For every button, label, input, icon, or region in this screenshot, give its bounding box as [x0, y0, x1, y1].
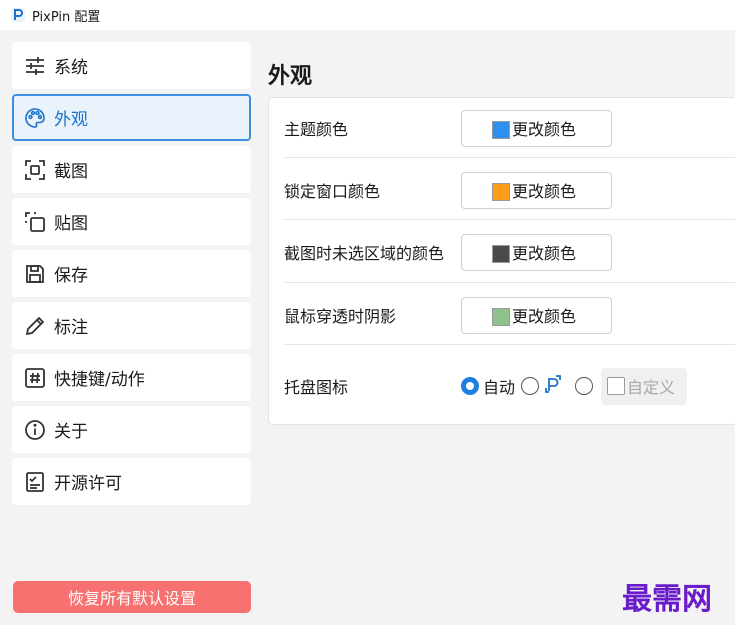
- radio-auto[interactable]: [461, 377, 479, 395]
- license-icon: [24, 471, 46, 493]
- button-label: 更改颜色: [512, 244, 577, 263]
- sidebar-item-save[interactable]: 保存: [12, 250, 251, 297]
- sidebar-item-screenshot[interactable]: 截图: [12, 146, 251, 193]
- watermark: 最需网: [622, 582, 712, 617]
- pixpin-logo-icon: [10, 7, 26, 23]
- radio-label: 自动: [483, 378, 516, 397]
- change-unselected-color-button[interactable]: 更改颜色: [461, 233, 612, 271]
- sidebar-item-system[interactable]: 系统: [12, 42, 251, 89]
- setting-row-unselected-area-color: 截图时未选区域的颜色 更改颜色: [269, 232, 735, 272]
- sidebar-item-label: 截图: [54, 162, 88, 182]
- setting-label: 锁定窗口颜色: [284, 182, 381, 201]
- pin-image-icon: [24, 211, 46, 233]
- save-icon: [24, 263, 46, 285]
- setting-row-lock-window-color: 锁定窗口颜色 更改颜色: [269, 170, 735, 210]
- custom-checkbox: [607, 377, 626, 395]
- sidebar-item-about[interactable]: 关于: [12, 406, 251, 453]
- radio-pixpin-icon[interactable]: [521, 377, 540, 395]
- sidebar-item-shortcuts[interactable]: 快捷键/动作: [12, 354, 251, 401]
- sidebar-item-annotate[interactable]: 标注: [12, 302, 251, 349]
- setting-label: 鼠标穿透时阴影: [284, 307, 397, 326]
- setting-row-mouse-through-shadow: 鼠标穿透时阴影 更改颜色: [269, 295, 735, 335]
- sidebar-item-label: 系统: [54, 58, 88, 78]
- sidebar-item-label: 标注: [54, 318, 88, 338]
- sidebar-item-label: 快捷键/动作: [54, 370, 145, 390]
- window-title: PixPin 配置: [32, 9, 101, 25]
- setting-label: 托盘图标: [284, 378, 349, 397]
- divider: [284, 282, 735, 283]
- reset-defaults-button[interactable]: 恢复所有默认设置: [13, 581, 251, 613]
- sidebar-item-label: 贴图: [54, 214, 88, 234]
- button-label: 更改颜色: [512, 307, 577, 326]
- button-label: 更改颜色: [512, 120, 577, 139]
- title-bar: PixPin 配置: [0, 0, 735, 30]
- sidebar-item-label: 保存: [54, 266, 88, 286]
- info-icon: [24, 419, 46, 441]
- sidebar-item-pin[interactable]: 贴图: [12, 198, 251, 245]
- sidebar-item-label: 外观: [54, 110, 88, 130]
- setting-row-tray-icon: 托盘图标 自动 自定义: [269, 366, 735, 406]
- sidebar-item-label: 关于: [54, 422, 88, 442]
- change-shadow-color-button[interactable]: 更改颜色: [461, 296, 612, 334]
- pixpin-p-icon: [543, 374, 563, 398]
- settings-panel: 主题颜色 更改颜色 锁定窗口颜色 更改颜色 截图时未选区域的颜色 更改颜色 鼠标…: [268, 97, 735, 425]
- sidebar: 系统 外观 截图 贴图 保存 标注 快捷键/动作 关于 开源许可: [12, 42, 251, 510]
- divider: [284, 219, 735, 220]
- change-lock-color-button[interactable]: 更改颜色: [461, 171, 612, 209]
- sliders-icon: [24, 55, 46, 77]
- custom-icon-button[interactable]: 自定义: [601, 367, 688, 405]
- sidebar-item-appearance[interactable]: 外观: [12, 94, 251, 141]
- button-label: 更改颜色: [512, 182, 577, 201]
- hashtag-icon: [24, 367, 46, 389]
- color-swatch: [492, 120, 510, 139]
- divider: [284, 344, 735, 345]
- palette-icon: [24, 107, 46, 129]
- sidebar-item-license[interactable]: 开源许可: [12, 458, 251, 505]
- button-label: 自定义: [627, 378, 676, 397]
- change-theme-color-button[interactable]: 更改颜色: [461, 109, 612, 147]
- page-title: 外观: [268, 64, 313, 89]
- tray-icon-options: 自动 自定义: [461, 367, 688, 405]
- color-swatch: [492, 307, 510, 326]
- sidebar-item-label: 开源许可: [54, 474, 122, 494]
- color-swatch: [492, 182, 510, 201]
- color-swatch: [492, 244, 510, 263]
- divider: [284, 157, 735, 158]
- screenshot-icon: [24, 159, 46, 181]
- setting-label: 主题颜色: [284, 120, 349, 139]
- setting-row-theme-color: 主题颜色 更改颜色: [269, 108, 735, 148]
- setting-label: 截图时未选区域的颜色: [284, 244, 445, 263]
- radio-custom[interactable]: [575, 377, 594, 395]
- pencil-icon: [24, 315, 46, 337]
